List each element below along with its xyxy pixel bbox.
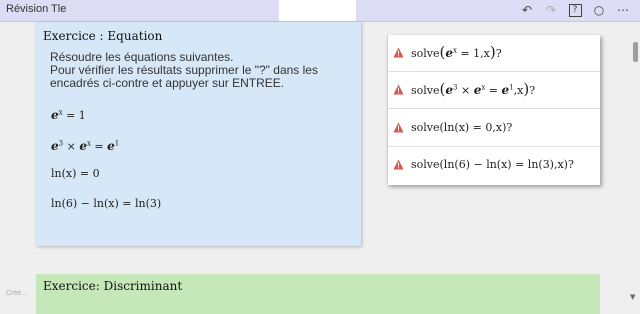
exp-base: e: [51, 108, 59, 122]
undo-icon[interactable]: ↶: [520, 2, 534, 18]
redo-icon[interactable]: ↷: [544, 2, 558, 18]
help-icon[interactable]: ?: [568, 2, 582, 18]
warning-icon: [393, 122, 404, 133]
credit-text: Créé...: [6, 290, 28, 297]
solve-row[interactable]: solve(e3 × ex = e1,x)?: [388, 72, 600, 109]
exp-base: e: [445, 83, 454, 97]
instructions: Résoudre les équations suivantes. Pour v…: [50, 51, 355, 90]
toolbar: ↶ ↷ ? ○ ⋯: [520, 2, 630, 18]
question-mark: ?: [495, 47, 502, 60]
more-icon[interactable]: ⋯: [616, 2, 630, 18]
solve-command[interactable]: solve(ex = 1,x)?: [411, 43, 502, 61]
title-bar: Révision Tle ↶ ↷ ? ○ ⋯: [0, 0, 640, 22]
card-title: Exercice: Discriminant: [43, 279, 183, 293]
exp-base: e: [51, 139, 59, 153]
exp-base: e: [445, 46, 454, 60]
solve-command[interactable]: solve(ln(x) = 0,x)?: [411, 121, 512, 134]
exp-base: e: [79, 139, 87, 153]
solve-panel: solve(ex = 1,x)? solve(e3 × ex = e1,x)? …: [387, 35, 600, 185]
view-icon[interactable]: ○: [592, 2, 606, 18]
times-sign: ×: [457, 84, 474, 97]
discriminant-card[interactable]: Exercice: Discriminant: [36, 274, 600, 314]
solve-row[interactable]: solve(ln(x) = 0,x)?: [388, 110, 600, 147]
times-sign: ×: [63, 140, 80, 153]
solve-row[interactable]: solve(ex = 1,x)?: [388, 35, 600, 72]
solve-command[interactable]: solve(ln(6) − ln(x) = ln(3),x)?: [411, 158, 574, 171]
exp-base: e: [501, 83, 510, 97]
help-label: ?: [568, 3, 582, 17]
scroll-down-arrow-icon[interactable]: ▼: [630, 293, 635, 301]
exponent: 1: [114, 139, 120, 148]
exp-base: e: [107, 139, 115, 153]
cmd-rest: ,x: [513, 84, 524, 97]
equation-rest: = 1: [62, 109, 86, 122]
warning-icon: [393, 47, 404, 58]
equation-card[interactable]: Exercice : Equation Résoudre les équatio…: [36, 22, 361, 246]
cmd-name: solve: [411, 84, 440, 97]
window-title: Révision Tle: [6, 3, 67, 15]
equation-1: ex = 1: [51, 108, 86, 122]
title-tab[interactable]: [279, 0, 356, 21]
card-title: Exercice : Equation: [43, 29, 163, 43]
equals-sign: =: [485, 84, 502, 97]
notebook-canvas: Exercice : Equation Résoudre les équatio…: [0, 22, 640, 314]
warning-icon: [393, 159, 404, 170]
cmd-name: solve: [411, 47, 440, 60]
equation-4: ln(6) − ln(x) = ln(3): [51, 197, 162, 210]
instruction-line: encadrés ci-contre et appuyer sur ENTREE…: [50, 76, 285, 90]
solve-row[interactable]: solve(ln(6) − ln(x) = ln(3),x)?: [388, 147, 600, 183]
cmd-rest: = 1,x: [456, 47, 490, 60]
equals-sign: =: [90, 140, 108, 153]
equation-2: e3 × ex = e1: [51, 139, 119, 153]
question-mark: ?: [529, 84, 536, 97]
solve-command[interactable]: solve(e3 × ex = e1,x)?: [411, 80, 535, 98]
warning-icon: [393, 84, 404, 95]
scrollbar-thumb[interactable]: [633, 42, 638, 62]
equation-3: ln(x) = 0: [51, 167, 100, 180]
